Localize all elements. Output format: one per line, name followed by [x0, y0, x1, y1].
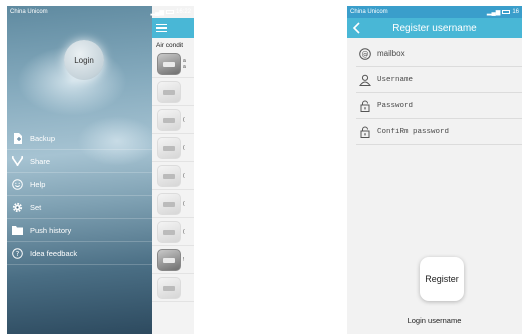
- password-field-row: [356, 93, 522, 119]
- menu-item-set[interactable]: Set: [7, 196, 152, 219]
- mailbox-input[interactable]: [377, 49, 507, 58]
- device-thumbnail: [157, 276, 181, 299]
- register-button[interactable]: Register: [420, 257, 464, 301]
- list-title: Air condit: [156, 42, 184, 49]
- left-phone-screen: Login Backup Share Help Set Push history…: [7, 6, 194, 334]
- device-thumbnail: [157, 192, 181, 215]
- list-item[interactable]: (: [152, 134, 194, 162]
- navigation-drawer: Login Backup Share Help Set Push history…: [7, 6, 157, 334]
- gear-icon: [12, 202, 23, 213]
- menu-item-help[interactable]: Help: [7, 173, 152, 196]
- carrier-label: China Unicom: [350, 9, 388, 15]
- login-label: Login: [74, 55, 94, 65]
- device-thumbnail: [157, 52, 181, 75]
- device-thumbnail: [157, 108, 181, 131]
- device-thumbnail: [157, 248, 181, 271]
- backup-icon: [12, 132, 23, 144]
- list-item[interactable]: (: [152, 218, 194, 246]
- svg-text:?: ?: [16, 250, 20, 258]
- mailbox-field-row: @: [356, 41, 522, 67]
- carrier-label: China Unicom: [10, 9, 48, 15]
- back-button[interactable]: [347, 18, 365, 38]
- list-item[interactable]: aa: [152, 50, 194, 78]
- list-item[interactable]: [152, 274, 194, 302]
- register-label: Register: [425, 274, 459, 284]
- status-bar: China Unicom ▂▄▆ 16: [347, 6, 522, 18]
- login-button[interactable]: Login: [64, 40, 104, 80]
- password-input[interactable]: [377, 101, 507, 110]
- device-thumbnail: [157, 164, 181, 187]
- confirm-password-field-row: [356, 119, 522, 145]
- menu-item-backup[interactable]: Backup: [7, 127, 152, 150]
- list-item[interactable]: (: [152, 162, 194, 190]
- status-bar: China Unicom ▂▄▆ 16:22: [7, 6, 194, 18]
- register-form: @: [356, 41, 522, 145]
- right-phone-screen: China Unicom ▂▄▆ 16 Register username @: [347, 6, 522, 334]
- list-item[interactable]: [152, 78, 194, 106]
- confirm-password-input[interactable]: [377, 127, 507, 136]
- battery-icon: [502, 10, 511, 14]
- list-item[interactable]: !: [152, 246, 194, 274]
- list-item[interactable]: (: [152, 106, 194, 134]
- signal-icon: ▂▄▆: [150, 9, 164, 16]
- user-icon: [359, 74, 371, 86]
- username-field-row: [356, 67, 522, 93]
- device-thumbnail: [157, 136, 181, 159]
- device-thumbnail: [157, 80, 181, 103]
- login-username-link[interactable]: Login username: [347, 316, 522, 325]
- svg-text:@: @: [362, 50, 369, 58]
- list-item[interactable]: (: [152, 190, 194, 218]
- device-thumbnail: [157, 220, 181, 243]
- hamburger-menu-icon[interactable]: [156, 23, 167, 33]
- device-list-pane: Air condit aa ( ( ( ( ( !: [152, 6, 194, 334]
- chevron-left-icon: [352, 22, 360, 34]
- list-header: [152, 18, 194, 38]
- battery-icon: [165, 10, 174, 14]
- menu-item-idea-feedback[interactable]: ? Idea feedback: [7, 242, 152, 265]
- clock: 16: [512, 9, 519, 15]
- menu-item-share[interactable]: Share: [7, 150, 152, 173]
- drawer-menu: Backup Share Help Set Push history ? Ide…: [7, 127, 152, 265]
- share-icon: [12, 156, 23, 167]
- device-list: aa ( ( ( ( ( !: [152, 50, 194, 302]
- username-input[interactable]: [377, 75, 507, 84]
- mailbox-icon: @: [359, 47, 371, 60]
- lock-icon: [359, 126, 371, 138]
- help-icon: [12, 178, 23, 190]
- page-title: Register username: [392, 22, 477, 34]
- header-bar: Register username: [347, 18, 522, 38]
- signal-icon: ▂▄▆: [486, 9, 501, 16]
- clock: 16:22: [175, 9, 191, 15]
- menu-item-push-history[interactable]: Push history: [7, 219, 152, 242]
- lock-icon: [359, 100, 371, 112]
- question-icon: ?: [12, 247, 23, 259]
- folder-icon: [12, 225, 23, 236]
